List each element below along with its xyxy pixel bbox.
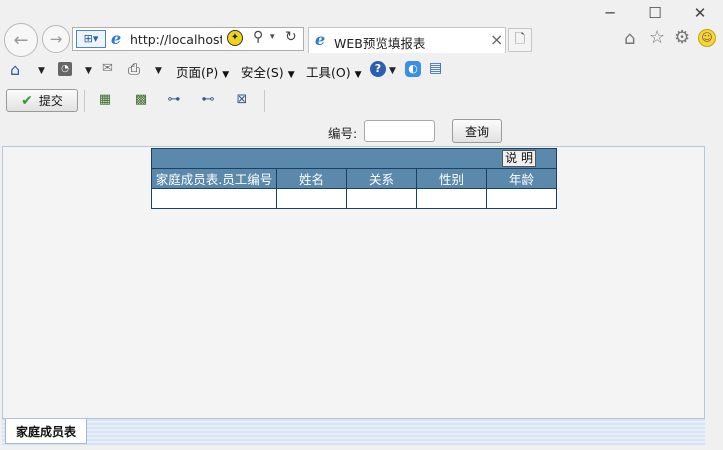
sheet-tab-bar xyxy=(2,418,705,446)
extension-icon[interactable]: ◐ xyxy=(405,61,421,77)
column-header: 性别 xyxy=(416,168,487,189)
delete-row-icon[interactable]: ⊠ xyxy=(234,92,250,108)
search-dropdown-icon[interactable]: ▾ xyxy=(270,32,275,42)
plugin-icon[interactable]: ✦ xyxy=(227,30,243,46)
family-members-table: 说 明 家庭成员表.员工编号 姓名 关系 性别 年龄 xyxy=(151,148,557,209)
insert-column-icon[interactable]: ⊷ xyxy=(200,92,216,108)
submit-label: 提交 xyxy=(38,94,63,108)
table-cell[interactable] xyxy=(151,188,277,209)
new-tab-button[interactable]: 🗋 xyxy=(508,28,532,52)
column-header: 家庭成员表.员工编号 xyxy=(151,168,277,189)
insert-row-icon[interactable]: ⊶ xyxy=(166,92,182,108)
table-cell[interactable] xyxy=(416,188,487,209)
help-icon[interactable]: ? xyxy=(370,61,386,77)
table-cell[interactable] xyxy=(486,188,557,209)
tab-title: WEB预览填报表 xyxy=(334,36,426,51)
import-excel-icon[interactable]: ▩ xyxy=(133,92,149,108)
feedback-smiley-icon[interactable]: ☺ xyxy=(698,29,716,47)
help-dropdown-icon[interactable]: ▼ xyxy=(389,66,396,76)
table-cell[interactable] xyxy=(346,188,417,209)
browser-tab[interactable]: e WEB预览填报表 × xyxy=(308,27,506,53)
table-toolbar-row: 说 明 xyxy=(151,148,557,169)
print-icon[interactable]: ⎙ xyxy=(128,60,140,78)
research-icon[interactable]: ▤ xyxy=(429,60,442,76)
new-tab-icon: 🗋 xyxy=(514,32,526,47)
tab-ie-icon: e xyxy=(315,30,326,49)
toolbar-divider-2 xyxy=(264,90,265,112)
settings-gear-icon[interactable]: ⚙ xyxy=(674,27,690,48)
minimize-button[interactable]: ─ xyxy=(600,4,620,22)
back-arrow-icon: ← xyxy=(13,29,29,51)
feeds-icon[interactable]: ◔ xyxy=(58,62,72,76)
refresh-icon[interactable]: ↻ xyxy=(285,29,297,45)
back-button[interactable]: ← xyxy=(4,23,38,57)
checkmark-icon: ✔ xyxy=(21,92,33,109)
table-row xyxy=(151,188,557,209)
column-header: 年龄 xyxy=(486,168,557,189)
favorites-star-icon[interactable]: ☆ xyxy=(649,27,665,48)
id-input[interactable] xyxy=(364,120,435,142)
forward-arrow-icon: → xyxy=(49,30,63,48)
query-button[interactable]: 查询 xyxy=(452,119,502,143)
print-dropdown-icon[interactable]: ▼ xyxy=(155,66,162,76)
feeds-dropdown-icon[interactable]: ▼ xyxy=(85,66,92,76)
forward-button[interactable]: → xyxy=(42,25,70,53)
home-icon[interactable]: ⌂ xyxy=(624,28,635,49)
search-icon[interactable]: ⚲ xyxy=(253,29,263,45)
submit-button[interactable]: ✔ 提交 xyxy=(6,89,78,112)
close-window-button[interactable]: ✕ xyxy=(690,4,710,22)
column-header: 关系 xyxy=(346,168,417,189)
home-dropdown-icon[interactable]: ▼ xyxy=(38,66,45,76)
table-header-row: 家庭成员表.员工编号 姓名 关系 性别 年龄 xyxy=(151,168,557,189)
compat-shield-icon[interactable]: ⊞▾ xyxy=(76,30,106,48)
export-excel-icon[interactable]: ▦ xyxy=(97,92,113,108)
sheet-tab-family-members[interactable]: 家庭成员表 xyxy=(5,419,87,444)
ie-logo-icon: e xyxy=(111,29,122,48)
mail-icon[interactable]: ✉ xyxy=(102,61,113,76)
tab-close-icon[interactable]: × xyxy=(490,30,503,49)
address-text[interactable]: http://localhost: xyxy=(130,32,222,47)
page-menu[interactable]: 页面(P) ▼ xyxy=(176,62,229,81)
explain-button[interactable]: 说 明 xyxy=(502,150,536,167)
toolbar-divider xyxy=(84,90,85,112)
address-bar[interactable]: ⊞▾ e http://localhost: ✦ ⚲ ▾ ↻ xyxy=(72,27,304,51)
id-label: 编号: xyxy=(328,126,358,141)
home-command-icon[interactable]: ⌂ xyxy=(10,60,20,79)
safety-menu[interactable]: 安全(S) ▼ xyxy=(241,62,295,81)
column-header: 姓名 xyxy=(276,168,347,189)
tools-menu[interactable]: 工具(O) ▼ xyxy=(306,62,362,81)
table-cell[interactable] xyxy=(276,188,347,209)
maximize-button[interactable]: ☐ xyxy=(645,4,665,22)
